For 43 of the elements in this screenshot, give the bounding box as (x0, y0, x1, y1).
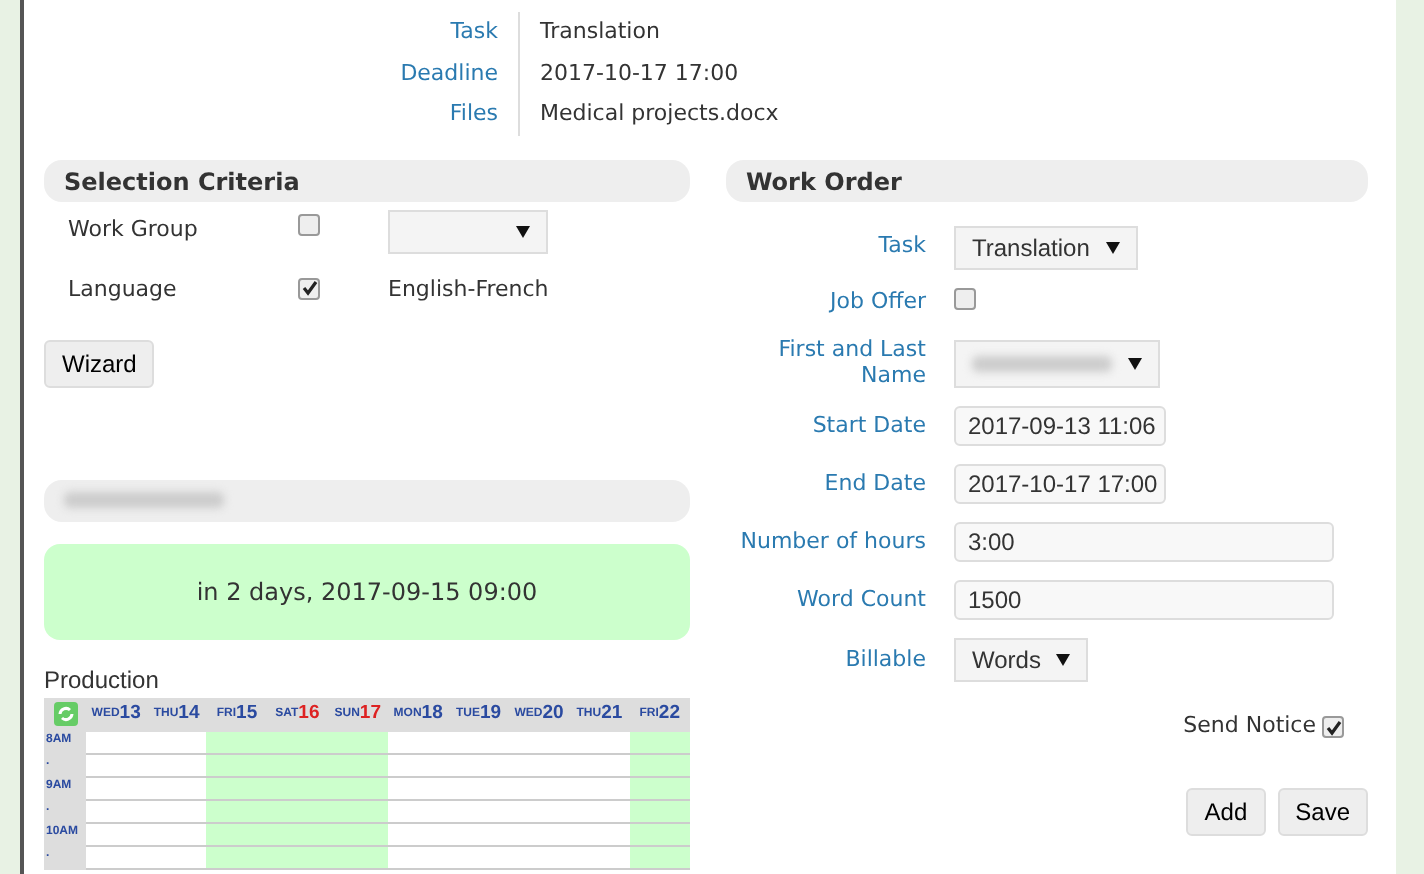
caret-icon (1127, 357, 1142, 370)
field-label: Billable (843, 647, 926, 674)
date-field[interactable]: 2017-09-13 11:06 (953, 406, 1166, 447)
input-field[interactable]: 1500 (953, 580, 1334, 621)
checkbox[interactable] (298, 277, 320, 300)
input-field[interactable]: 3:00 (953, 522, 1334, 563)
field-label: Files (24, 94, 520, 135)
checkbox[interactable] (298, 214, 320, 237)
field-value: 2017-10-17 17:00 (538, 57, 741, 89)
field-value: English-French (388, 274, 549, 307)
field-label: Work Group (68, 214, 200, 247)
field-label: Task (24, 12, 520, 53)
date-field[interactable]: 2017-10-17 17:00 (953, 464, 1166, 505)
field-value: Medical projects.docx (538, 98, 781, 130)
check-icon (301, 280, 317, 297)
checkbox[interactable] (953, 287, 976, 309)
refresh-icon[interactable] (51, 700, 79, 728)
dropdown[interactable]: Words (953, 638, 1089, 683)
checkbox[interactable] (1322, 716, 1344, 739)
field-label: Deadline (24, 53, 520, 94)
caret-icon (516, 225, 530, 237)
field-label: Number of hours (738, 529, 926, 556)
field-label: Language (68, 274, 179, 307)
section-header: Selection Criteria (44, 159, 690, 201)
field-label: Task (876, 234, 926, 260)
wizard-button[interactable]: Wizard (44, 339, 155, 387)
caret-icon (1105, 241, 1120, 253)
calendar-title: Production (44, 663, 161, 697)
check-icon (1325, 719, 1341, 736)
section-header: Work Order (725, 159, 1368, 201)
action-button[interactable]: Add (1186, 787, 1266, 836)
field-label: Start Date (810, 413, 926, 440)
field-value: Translation (538, 16, 662, 48)
notice-text: in 2 days, 2017-09-15 09:00 (196, 575, 538, 609)
action-button[interactable]: Save (1277, 787, 1368, 836)
checkbox-label: Send Notice (1183, 710, 1316, 743)
field-label: Job Offer (827, 290, 926, 317)
field-label: First and Last Name (776, 338, 926, 389)
dropdown[interactable]: Translation (953, 225, 1138, 269)
field-label: Word Count (795, 587, 926, 614)
dropdown[interactable] (953, 339, 1160, 388)
field-label: End Date (822, 471, 926, 498)
caret-icon (1056, 654, 1071, 667)
